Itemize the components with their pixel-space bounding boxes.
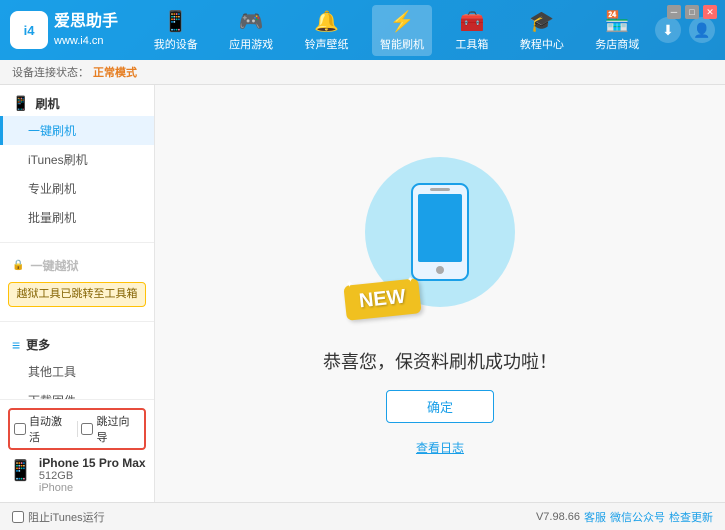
sidebar-item-download-firmware[interactable]: 下载固件 [0,386,154,399]
jailbreak-notice: 越狱工具已跳转至工具箱 [8,282,146,307]
flash-group-header: 📱 刷机 [0,91,154,116]
navigation: 📱 我的设备 🎮 应用游戏 🔔 铃声壁纸 ⚡ 智能刷机 🧰 工具箱 🎓 教 [138,5,655,56]
nav-toolbox[interactable]: 🧰 工具箱 [447,5,496,56]
sidebar-item-one-key-flash[interactable]: 一键刷机 [0,116,154,145]
app-name: 爱思助手 [54,11,118,33]
footer-item-1[interactable]: 微信公众号 [610,509,665,525]
tutorials-icon: 🎓 [529,9,554,34]
minimize-button[interactable]: ─ [667,5,681,19]
check-log-link[interactable]: 查看日志 [416,439,464,456]
star-left: ✦ [345,278,354,290]
header-right: ⬇ 👤 [655,17,715,43]
itunes-label: 阻止iTunes运行 [28,509,105,525]
logo-icon: i4 [10,11,48,49]
device-info: 📱 iPhone 15 Pro Max 512GB iPhone [8,456,146,494]
new-badge: NEW ✦ ✦ [343,278,421,321]
phone-svg [410,182,470,282]
auto-guide-input[interactable] [81,423,93,435]
phone-illustration: ✦ ✦ ✦ [350,132,530,332]
nav-tutorials[interactable]: 🎓 教程中心 [512,5,572,56]
itunes-bar: 阻止iTunes运行 V7.98.66 客服 微信公众号 检查更新 [0,502,725,530]
download-button[interactable]: ⬇ [655,17,681,43]
sidebar: 📱 刷机 一键刷机 iTunes刷机 专业刷机 批量刷机 [0,85,155,502]
auto-options: 自动激活 跳过向导 [8,408,146,450]
flash-group-icon: 📱 [12,95,29,112]
store-icon: 🏪 [605,9,630,34]
sidebar-item-other-tools[interactable]: 其他工具 [0,357,154,386]
auto-guide-label: 跳过向导 [96,413,140,445]
device-storage: 512GB [39,470,146,482]
divider-1 [0,242,154,243]
smart-flash-label: 智能刷机 [380,36,424,52]
logo-text: 爱思助手 www.i4.cn [54,11,118,49]
ringtones-icon: 🔔 [314,9,339,34]
footer-item-0[interactable]: 客服 [584,509,606,525]
auto-activate-checkbox[interactable]: 自动激活 [14,413,73,445]
jailbreak-group-title: 一键越狱 [30,257,78,274]
footer-version: V7.98.66 [536,511,580,523]
sidebar-item-batch-flash[interactable]: 批量刷机 [0,203,154,232]
device-name: iPhone 15 Pro Max [39,456,146,470]
apps-games-label: 应用游戏 [229,36,273,52]
lock-icon: 🔒 [12,260,24,271]
nav-ringtones[interactable]: 🔔 铃声壁纸 [297,5,357,56]
maximize-button[interactable]: □ [685,5,699,19]
my-device-label: 我的设备 [154,36,198,52]
more-group-title: 更多 [26,336,50,353]
toolbox-icon: 🧰 [459,9,484,34]
divider-2 [0,321,154,322]
sidebar-section-more: ≡ 更多 其他工具 下载固件 高级功能 [0,326,154,399]
breadcrumb-status-value: 正常模式 [93,64,137,80]
nav-my-device[interactable]: 📱 我的设备 [146,5,206,56]
tutorials-label: 教程中心 [520,36,564,52]
sidebar-content: 📱 刷机 一键刷机 iTunes刷机 专业刷机 批量刷机 [0,85,154,399]
smart-flash-icon: ⚡ [390,9,415,34]
star-right: ✦ [407,274,415,284]
device-type: iPhone [39,482,146,494]
sidebar-section-flash: 📱 刷机 一键刷机 iTunes刷机 专业刷机 批量刷机 [0,85,154,238]
success-message: 恭喜您，保资料刷机成功啦！ [323,348,557,374]
device-details: iPhone 15 Pro Max 512GB iPhone [39,456,146,494]
flash-group-title: 刷机 [35,95,59,112]
options-divider [77,421,78,437]
window-controls: ─ □ ✕ [667,5,717,19]
nav-apps-games[interactable]: 🎮 应用游戏 [221,5,281,56]
close-button[interactable]: ✕ [703,5,717,19]
auto-activate-input[interactable] [14,423,26,435]
itunes-checkbox[interactable] [12,511,24,523]
header: i4 爱思助手 www.i4.cn 📱 我的设备 🎮 应用游戏 🔔 铃声壁纸 ⚡ [0,0,725,60]
sidebar-section-jailbreak: 🔒 一键越狱 越狱工具已跳转至工具箱 [0,247,154,317]
nav-store[interactable]: 🏪 务店商域 [587,5,647,56]
more-group-icon: ≡ [12,337,20,353]
confirm-button[interactable]: 确定 [386,390,494,423]
footer-item-2[interactable]: 检查更新 [669,509,713,525]
app-url: www.i4.cn [54,34,118,49]
main-layout: 📱 刷机 一键刷机 iTunes刷机 专业刷机 批量刷机 [0,85,725,502]
device-phone-icon: 📱 [8,458,33,483]
success-container: ✦ ✦ ✦ [323,132,557,456]
ringtones-label: 铃声壁纸 [305,36,349,52]
jailbreak-group-header: 🔒 一键越狱 [0,253,154,278]
user-button[interactable]: 👤 [689,17,715,43]
auto-guide-checkbox[interactable]: 跳过向导 [81,413,140,445]
store-label: 务店商域 [595,36,639,52]
more-group-header: ≡ 更多 [0,332,154,357]
logo: i4 爱思助手 www.i4.cn [10,11,118,49]
auto-activate-label: 自动激活 [29,413,73,445]
sidebar-item-itunes-flash[interactable]: iTunes刷机 [0,145,154,174]
nav-smart-flash[interactable]: ⚡ 智能刷机 [372,5,432,56]
apps-games-icon: 🎮 [239,9,264,34]
content-area: ✦ ✦ ✦ [155,85,725,502]
breadcrumb-status-label: 设备连接状态： [12,64,89,80]
sidebar-bottom: 自动激活 跳过向导 📱 iPhone 15 Pro Max 512GB iPho… [0,399,154,502]
sidebar-item-pro-flash[interactable]: 专业刷机 [0,174,154,203]
breadcrumb: 设备连接状态： 正常模式 [0,60,725,85]
new-text: NEW [358,285,407,312]
toolbox-label: 工具箱 [455,36,488,52]
my-device-icon: 📱 [163,9,188,34]
